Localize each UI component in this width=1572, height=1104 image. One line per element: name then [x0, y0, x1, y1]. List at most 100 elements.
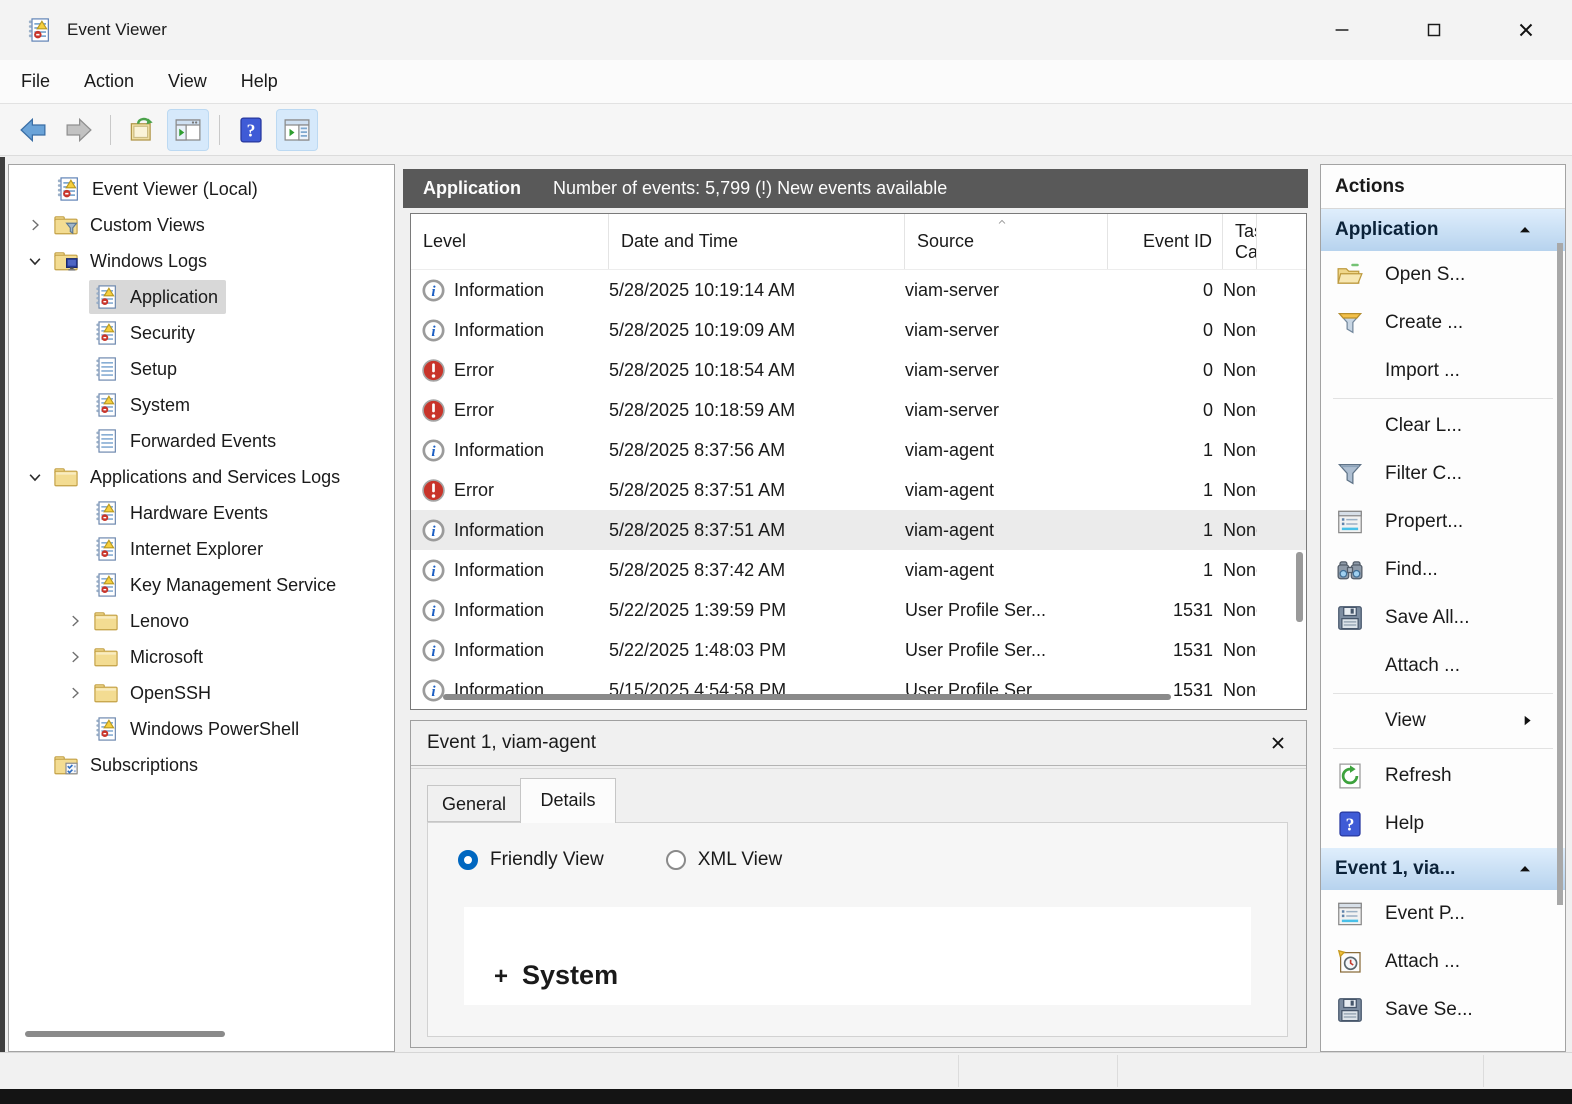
- action-help[interactable]: ?Help: [1321, 800, 1565, 848]
- actions-scrollbar[interactable]: [1557, 243, 1563, 905]
- window-title: Event Viewer: [67, 20, 167, 40]
- tree-item-system[interactable]: System: [9, 387, 394, 423]
- column-header-event-id[interactable]: Event ID: [1108, 214, 1223, 269]
- action-find[interactable]: Find...: [1321, 546, 1565, 594]
- tree-item-hardware-events[interactable]: Hardware Events: [9, 495, 394, 531]
- tree-item-windows-powershell[interactable]: Windows PowerShell: [9, 711, 394, 747]
- tree-item-internet-explorer[interactable]: Internet Explorer: [9, 531, 394, 567]
- tree-item-security[interactable]: Security: [9, 315, 394, 351]
- action-refresh[interactable]: Refresh: [1321, 752, 1565, 800]
- tree-item-openssh[interactable]: OpenSSH: [9, 675, 394, 711]
- event-row[interactable]: iInformation5/28/2025 8:37:51 AMviam-age…: [411, 510, 1306, 550]
- action-label: Attach ...: [1385, 951, 1460, 973]
- event-row[interactable]: iInformation5/15/2025 4:54:58 PMUser Pro…: [411, 670, 1306, 710]
- column-header-date-and-time[interactable]: Date and Time: [609, 214, 905, 269]
- event-id-cell: 1: [1108, 560, 1223, 581]
- tree-item-label: Event Viewer (Local): [92, 179, 258, 200]
- chevron-right-icon[interactable]: [21, 215, 49, 235]
- action-filter-c[interactable]: Filter C...: [1321, 450, 1565, 498]
- column-header-level[interactable]: Level: [411, 214, 609, 269]
- actions-section-event-1-via[interactable]: Event 1, via...: [1321, 848, 1565, 890]
- menu-help[interactable]: Help: [224, 71, 295, 92]
- menu-view[interactable]: View: [151, 71, 224, 92]
- chevron-down-icon[interactable]: [21, 251, 49, 271]
- back-button[interactable]: [12, 109, 54, 151]
- tree-item-event-viewer-local[interactable]: Event Viewer (Local): [9, 171, 394, 207]
- action-propert[interactable]: Propert...: [1321, 498, 1565, 546]
- forward-button[interactable]: [58, 109, 100, 151]
- event-level-label: Error: [454, 360, 494, 381]
- column-header-source[interactable]: Source: [905, 214, 1108, 269]
- menu-file[interactable]: File: [4, 71, 67, 92]
- tree-item-applications-and-services-logs[interactable]: Applications and Services Logs: [9, 459, 394, 495]
- action-open-s[interactable]: Open S...: [1321, 251, 1565, 299]
- action-import[interactable]: Import ...: [1321, 347, 1565, 395]
- event-row[interactable]: iInformation5/28/2025 8:37:42 AMviam-age…: [411, 550, 1306, 590]
- tree-item-subscriptions[interactable]: Subscriptions: [9, 747, 394, 783]
- action-create[interactable]: Create ...: [1321, 299, 1565, 347]
- event-row[interactable]: iInformation5/22/2025 1:48:03 PMUser Pro…: [411, 630, 1306, 670]
- close-button[interactable]: [1480, 0, 1572, 60]
- event-row[interactable]: iInformation5/22/2025 1:39:59 PMUser Pro…: [411, 590, 1306, 630]
- background-window-edge: [0, 157, 5, 1089]
- event-list-horizontal-scrollbar[interactable]: [443, 694, 1171, 700]
- action-attach[interactable]: Attach ...: [1321, 938, 1565, 986]
- event-datetime-cell: 5/22/2025 1:39:59 PM: [609, 600, 905, 621]
- tree-item-key-management-service[interactable]: Key Management Service: [9, 567, 394, 603]
- tree-item-body: Microsoft: [89, 640, 211, 674]
- tree-item-lenovo[interactable]: Lenovo: [9, 603, 394, 639]
- event-row[interactable]: iInformation5/28/2025 10:19:14 AMviam-se…: [411, 270, 1306, 310]
- tree-item-microsoft[interactable]: Microsoft: [9, 639, 394, 675]
- minimize-button[interactable]: [1296, 0, 1388, 60]
- menu-action[interactable]: Action: [67, 71, 151, 92]
- actions-section-application[interactable]: Application: [1321, 209, 1565, 251]
- action-clear-l[interactable]: Clear L...: [1321, 402, 1565, 450]
- event-level-label: Information: [454, 520, 544, 541]
- chevron-right-icon[interactable]: [61, 611, 89, 631]
- event-list-vertical-scrollbar[interactable]: [1296, 552, 1303, 622]
- tree-item-application[interactable]: Application: [9, 279, 394, 315]
- close-icon[interactable]: [1268, 733, 1288, 753]
- event-row[interactable]: iInformation5/28/2025 10:19:09 AMviam-se…: [411, 310, 1306, 350]
- tab-general[interactable]: General: [427, 785, 521, 822]
- collapse-arrow-icon[interactable]: [1517, 861, 1533, 877]
- event-datetime-cell: 5/22/2025 1:48:03 PM: [609, 640, 905, 661]
- expand-plus-icon[interactable]: +: [494, 963, 508, 991]
- event-source-cell: viam-agent: [905, 520, 1108, 541]
- tree-item-forwarded-events[interactable]: Forwarded Events: [9, 423, 394, 459]
- friendly-view-radio[interactable]: [458, 850, 478, 870]
- system-expander[interactable]: + System: [494, 960, 618, 991]
- tree-item-setup[interactable]: Setup: [9, 351, 394, 387]
- maximize-button[interactable]: [1388, 0, 1480, 60]
- collapse-arrow-icon[interactable]: [1517, 222, 1533, 238]
- action-pane-toggle[interactable]: [276, 109, 318, 151]
- column-header-task-category[interactable]: Task Category: [1223, 214, 1257, 269]
- action-icon-placeholder: [1335, 356, 1365, 386]
- action-save-se[interactable]: Save Se...: [1321, 986, 1565, 1034]
- tree-horizontal-scrollbar[interactable]: [25, 1031, 225, 1037]
- log-event-count: Number of events: 5,799 (!) New events a…: [553, 178, 947, 199]
- action-event-p[interactable]: Event P...: [1321, 890, 1565, 938]
- event-row[interactable]: iInformation5/28/2025 8:37:56 AMviam-age…: [411, 430, 1306, 470]
- event-row[interactable]: Error5/28/2025 8:37:51 AMviam-agent1None: [411, 470, 1306, 510]
- action-attach[interactable]: Attach ...: [1321, 642, 1565, 690]
- console-tree-toggle[interactable]: [167, 109, 209, 151]
- event-row[interactable]: Error5/28/2025 10:18:59 AMviam-server0No…: [411, 390, 1306, 430]
- tree-indent-spacer: [61, 539, 89, 559]
- tree-item-body: Windows Logs: [49, 244, 215, 278]
- action-view[interactable]: View: [1321, 697, 1565, 745]
- chevron-right-icon[interactable]: [61, 647, 89, 667]
- tree-item-windows-logs[interactable]: Windows Logs: [9, 243, 394, 279]
- help-button[interactable]: ?: [230, 109, 272, 151]
- export-button[interactable]: [121, 109, 163, 151]
- chevron-down-icon[interactable]: [21, 467, 49, 487]
- event-row[interactable]: Error5/28/2025 10:18:54 AMviam-server0No…: [411, 350, 1306, 390]
- event-id-cell: 0: [1108, 360, 1223, 381]
- tab-details[interactable]: Details: [520, 778, 616, 823]
- event-viewer-icon: [54, 175, 82, 203]
- properties-icon: [1335, 899, 1365, 929]
- tree-item-custom-views[interactable]: Custom Views: [9, 207, 394, 243]
- action-save-all[interactable]: Save All...: [1321, 594, 1565, 642]
- xml-view-radio[interactable]: [666, 850, 686, 870]
- chevron-right-icon[interactable]: [61, 683, 89, 703]
